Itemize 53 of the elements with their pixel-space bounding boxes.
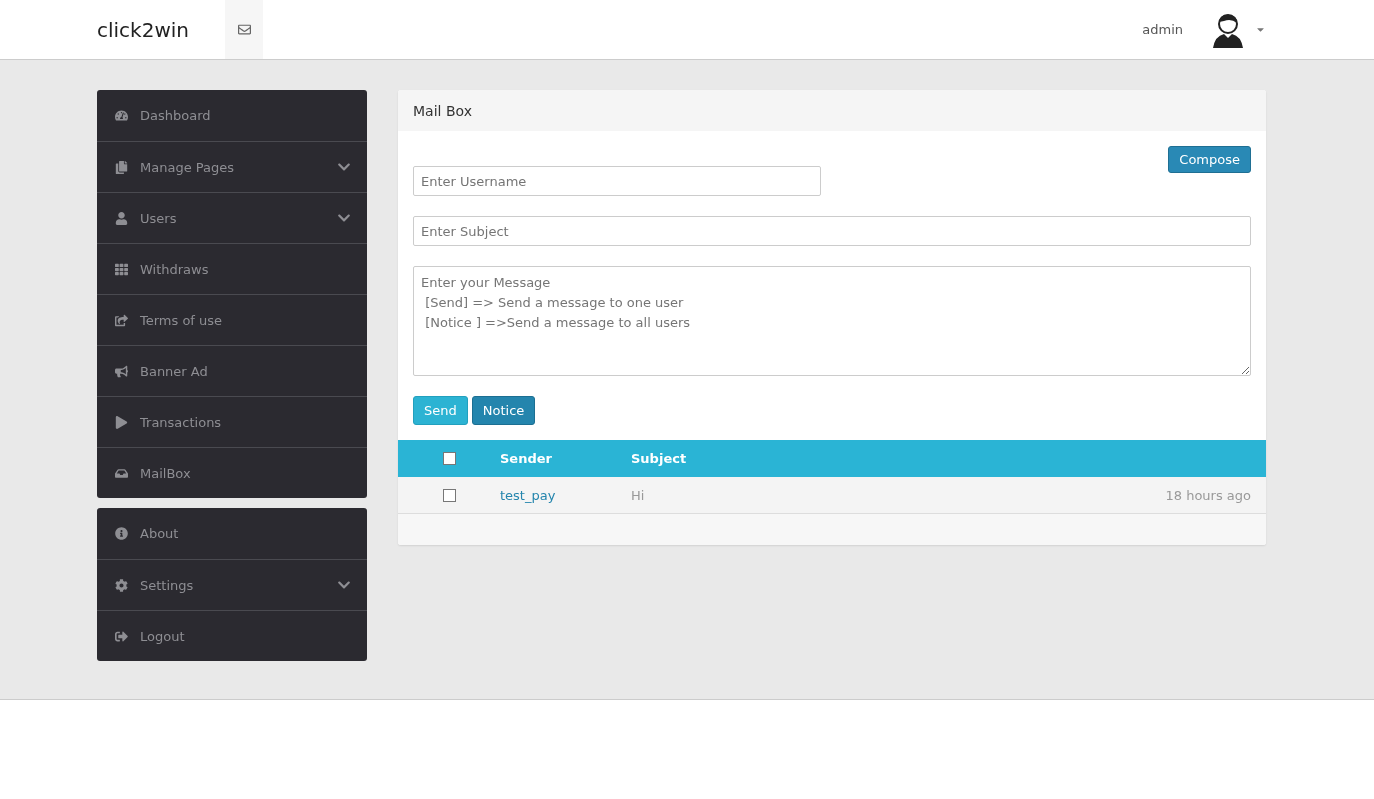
- sidebar-item[interactable]: Banner Ad: [97, 345, 367, 396]
- time-cell: 18 hours ago: [1165, 487, 1251, 503]
- subject-cell-text: Hi: [631, 487, 646, 503]
- panel-title: Mail Box: [398, 90, 1266, 131]
- inbox-icon: [115, 466, 128, 480]
- user-name: admin: [1142, 22, 1183, 37]
- user-icon: [115, 211, 128, 225]
- sidebar-item[interactable]: Terms of use: [97, 294, 367, 345]
- table-row[interactable]: test_pay Hi 18 hours ago: [398, 477, 1266, 514]
- share-icon: [115, 313, 128, 327]
- menu-label: MailBox: [140, 465, 192, 481]
- play-icon: [115, 415, 128, 429]
- sidebar-item[interactable]: About: [97, 508, 367, 559]
- checkbox[interactable]: [442, 452, 456, 465]
- pages-icon: [115, 160, 128, 174]
- sidebar-item[interactable]: Transactions: [97, 396, 367, 447]
- megaphone-icon: [115, 364, 128, 378]
- menu-label: Manage Pages: [140, 159, 235, 175]
- menu-label: Dashboard: [140, 108, 212, 123]
- menu-label: Terms of use: [140, 312, 224, 328]
- send-button[interactable]: Notice: [471, 396, 536, 425]
- sidebar-item[interactable]: MailBox: [97, 447, 367, 498]
- brand-logo[interactable]: click2win: [97, 17, 225, 42]
- sidebar-item[interactable]: Users: [97, 192, 367, 243]
- envelope-icon: [237, 23, 251, 36]
- menu-label: Users: [140, 210, 178, 226]
- info-icon: [115, 527, 128, 540]
- avatar-icon[interactable]: [1211, 11, 1245, 48]
- menu-label: Withdraws: [140, 261, 210, 277]
- column-header: Sender: [500, 451, 553, 466]
- column-header: Subject: [631, 451, 688, 466]
- sidebar-item[interactable]: Logout: [97, 610, 367, 661]
- logout-icon: [115, 629, 128, 643]
- sidebar-item[interactable]: Settings: [97, 559, 367, 610]
- sender-link[interactable]: test_pay: [500, 487, 631, 503]
- menu-label: Settings: [140, 577, 195, 593]
- mail-button[interactable]: [225, 0, 263, 59]
- sidebar-item[interactable]: Manage Pages: [97, 141, 367, 192]
- message-field[interactable]: Enter your Message [Send] => Send a message to one user [Notice ] =>Send a message to all users: [413, 266, 1251, 376]
- menu-label: Banner Ad: [140, 363, 209, 379]
- menu-label: Logout: [140, 628, 186, 644]
- settings-icon: [115, 578, 128, 592]
- compose-button[interactable]: Compose: [1168, 146, 1251, 173]
- menu-label: Transactions: [140, 414, 223, 430]
- sidebar-item[interactable]: Withdraws: [97, 243, 367, 294]
- menu-label: About: [140, 526, 180, 541]
- dashboard-icon: [115, 109, 128, 122]
- checkbox[interactable]: [442, 488, 456, 502]
- username-field[interactable]: Enter Username: [413, 166, 821, 196]
- subject-field[interactable]: Enter Subject: [413, 216, 1251, 246]
- send-button[interactable]: Send: [413, 396, 468, 425]
- sidebar-item[interactable]: Dashboard: [97, 90, 367, 141]
- grid-icon: [115, 262, 128, 276]
